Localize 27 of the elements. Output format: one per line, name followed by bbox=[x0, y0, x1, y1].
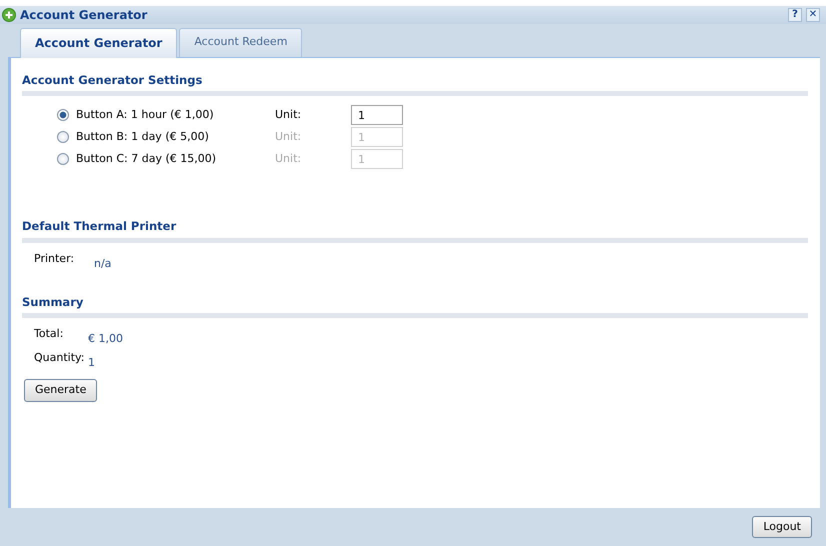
logout-button[interactable]: Logout bbox=[752, 516, 812, 538]
radio-button[interactable] bbox=[57, 153, 69, 166]
unit-field[interactable]: 1 bbox=[351, 105, 403, 126]
window-title: Account Generator bbox=[20, 7, 148, 24]
option-label[interactable]: Button B: 1 day (€ 5,00) bbox=[76, 129, 209, 146]
radio-button[interactable] bbox=[57, 109, 69, 122]
close-button[interactable]: ✕ bbox=[806, 8, 820, 22]
field-label: Quantity: bbox=[34, 350, 86, 366]
help-button[interactable]: ? bbox=[788, 8, 802, 22]
unit-label: Unit: bbox=[275, 129, 302, 145]
section-heading: Account Generator Settings bbox=[22, 72, 808, 96]
tab[interactable]: Account Generator bbox=[20, 28, 178, 58]
unit-label: Unit: bbox=[275, 151, 302, 167]
radio-button[interactable] bbox=[57, 131, 69, 144]
section-heading: Default Thermal Printer bbox=[22, 218, 808, 242]
generate-button[interactable]: Generate bbox=[24, 379, 98, 402]
tab[interactable]: Account Redeem bbox=[179, 28, 302, 57]
field-label: Printer: bbox=[34, 250, 76, 266]
field-label: Total: bbox=[34, 326, 64, 342]
field-value: 1 bbox=[88, 354, 95, 371]
add-icon bbox=[2, 8, 16, 22]
section-heading: Summary bbox=[22, 294, 808, 318]
unit-label: Unit: bbox=[275, 107, 302, 123]
option-label[interactable]: Button C: 7 day (€ 15,00) bbox=[76, 151, 216, 168]
field-value: n/a bbox=[94, 256, 112, 272]
option-label[interactable]: Button A: 1 hour (€ 1,00) bbox=[76, 107, 214, 124]
field-value: € 1,00 bbox=[88, 331, 123, 348]
